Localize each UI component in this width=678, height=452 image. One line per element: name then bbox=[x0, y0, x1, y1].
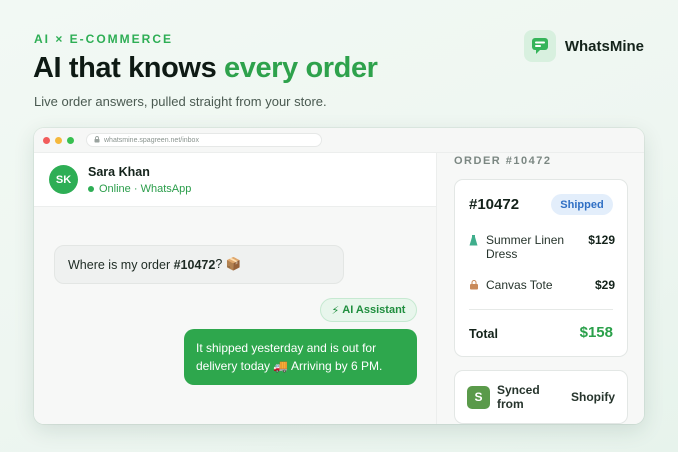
brand: WhatsMine bbox=[523, 30, 644, 62]
url-bar[interactable]: whatsmine.spagreen.net/inbox bbox=[86, 133, 322, 147]
order-id: #10472 bbox=[469, 196, 520, 213]
chat-bubble-icon bbox=[523, 30, 556, 62]
headline: AI that knows every order bbox=[33, 52, 378, 85]
contact-status-text: Online · WhatsApp bbox=[99, 182, 192, 195]
tote-bag-icon bbox=[469, 280, 479, 292]
url-text: whatsmine.spagreen.net/inbox bbox=[104, 136, 199, 144]
contact-info: Sara Khan Online · WhatsApp bbox=[88, 165, 191, 195]
chat-pane: SK Sara Khan Online · WhatsApp Where is … bbox=[34, 153, 436, 424]
ai-assistant-label: AI Assistant bbox=[342, 304, 406, 316]
total-value: $158 bbox=[579, 324, 613, 341]
order-item-name: Canvas Tote bbox=[486, 278, 553, 292]
incoming-order-ref: #10472 bbox=[173, 257, 216, 272]
dress-icon bbox=[469, 235, 479, 248]
contact-status: Online · WhatsApp bbox=[88, 183, 191, 195]
divider bbox=[469, 309, 613, 310]
online-indicator-icon bbox=[88, 185, 94, 192]
sync-label: Synced from bbox=[497, 383, 540, 411]
headline-main: AI that knows bbox=[33, 52, 224, 84]
order-panel-label: ORDER #10472 bbox=[454, 155, 552, 167]
status-badge: Shipped bbox=[551, 194, 613, 215]
incoming-message-suffix: ? 📦 bbox=[215, 257, 242, 271]
incoming-message: Where is my order #10472? 📦 bbox=[54, 245, 344, 284]
outgoing-message: It shipped yesterday and is out for deli… bbox=[184, 329, 417, 385]
subhead: Live order answers, pulled straight from… bbox=[34, 94, 327, 109]
close-window-dot[interactable] bbox=[43, 136, 50, 144]
app-window: whatsmine.spagreen.net/inbox SK Sara Kha… bbox=[34, 128, 644, 424]
lock-icon bbox=[94, 135, 100, 145]
order-item: Canvas Tote $29 bbox=[469, 278, 615, 292]
brand-name: WhatsMine bbox=[564, 37, 644, 55]
lightning-icon: ⚡ bbox=[331, 304, 340, 317]
total-label: Total bbox=[469, 327, 498, 341]
maximize-window-dot[interactable] bbox=[67, 136, 74, 144]
order-item-price: $29 bbox=[594, 278, 615, 292]
order-item: Summer Linen Dress $129 bbox=[469, 233, 615, 261]
order-card: #10472 Shipped Summer Linen Dress $129 C… bbox=[454, 179, 628, 357]
order-item-name: Summer Linen Dress bbox=[486, 233, 565, 261]
eyebrow: AI × E-COMMERCE bbox=[34, 32, 174, 46]
sync-card[interactable]: S Synced from Shopify bbox=[454, 370, 628, 424]
shopify-logo-icon: S bbox=[467, 385, 490, 409]
chat-header: SK Sara Khan Online · WhatsApp bbox=[34, 153, 436, 207]
sync-platform: Shopify bbox=[571, 390, 615, 404]
incoming-message-prefix: Where is my order bbox=[68, 257, 174, 272]
ai-assistant-badge: ⚡ AI Assistant bbox=[320, 298, 417, 322]
order-item-price: $129 bbox=[588, 233, 615, 247]
titlebar: whatsmine.spagreen.net/inbox bbox=[34, 128, 644, 153]
headline-accent: every order bbox=[223, 52, 378, 84]
avatar[interactable]: SK bbox=[49, 165, 78, 194]
order-side-panel: ORDER #10472 #10472 Shipped Summer Linen… bbox=[436, 153, 644, 424]
minimize-window-dot[interactable] bbox=[55, 136, 62, 144]
contact-name: Sara Khan bbox=[88, 164, 150, 179]
